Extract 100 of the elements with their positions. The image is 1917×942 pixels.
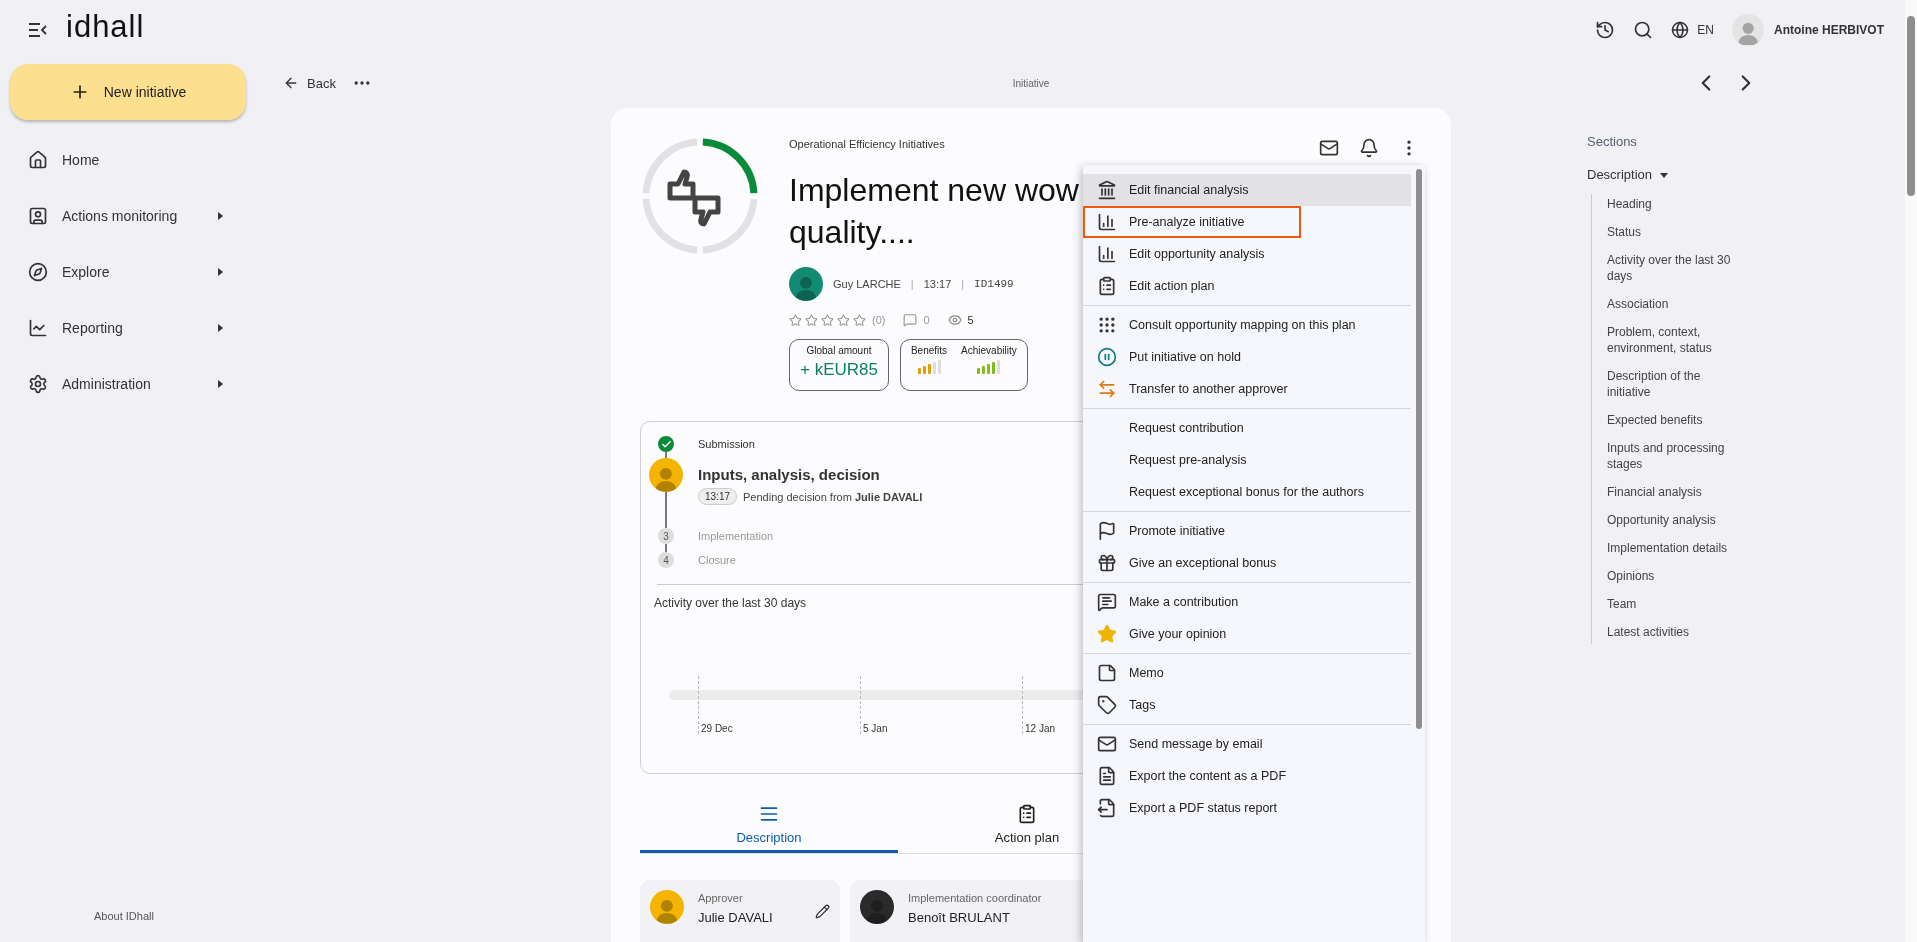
- star-rating[interactable]: [789, 313, 866, 327]
- menu-item[interactable]: Tags: [1083, 689, 1411, 721]
- section-link[interactable]: Description of the initiative: [1592, 368, 1742, 400]
- comment-count: 0: [923, 314, 930, 326]
- globe-icon: [1671, 21, 1690, 39]
- step-number: 4: [658, 552, 674, 568]
- transfer-icon: [1097, 379, 1117, 399]
- author-name: Guy LARCHE: [833, 278, 901, 290]
- section-link[interactable]: Status: [1592, 224, 1742, 240]
- section-link[interactable]: Expected benefits: [1592, 412, 1742, 428]
- new-initiative-button[interactable]: New initiative: [10, 64, 246, 120]
- user-menu-button[interactable]: Antoine HERBIVOT: [1732, 14, 1884, 46]
- metric-label: Achievability: [961, 345, 1017, 356]
- section-link[interactable]: Problem, context, environment, status: [1592, 324, 1742, 356]
- time-chip: 13:17: [698, 488, 738, 505]
- nav-item[interactable]: Home: [10, 132, 246, 188]
- menu-item[interactable]: Give your opinion: [1083, 618, 1411, 650]
- tag-icon: [1097, 695, 1117, 715]
- nav-item[interactable]: Reporting: [10, 300, 246, 356]
- about-link[interactable]: About IDhall: [10, 910, 246, 922]
- menu-item[interactable]: Export the content as a PDF: [1083, 760, 1411, 792]
- metric-label: Global amount: [806, 345, 872, 356]
- amount-value: + kEUR85: [800, 360, 878, 380]
- rating-count: (0): [872, 314, 886, 326]
- bell-icon[interactable]: [1359, 138, 1379, 158]
- menu-item[interactable]: Request pre-analysis: [1083, 444, 1411, 476]
- role-label: Approver: [698, 892, 744, 904]
- section-link[interactable]: Opportunity analysis: [1592, 512, 1742, 528]
- section-link[interactable]: Opinions: [1592, 568, 1742, 584]
- section-link[interactable]: Implementation details: [1592, 540, 1742, 556]
- nav-item[interactable]: Explore: [10, 244, 246, 300]
- menu-item[interactable]: Give an exceptional bonus: [1083, 547, 1411, 579]
- step-title: Inputs, analysis, decision: [698, 465, 880, 485]
- tab[interactable]: Description: [640, 799, 898, 853]
- menu-item[interactable]: Transfer to another approver: [1083, 373, 1411, 405]
- section-link[interactable]: Activity over the last 30 days: [1592, 252, 1742, 284]
- nav-item[interactable]: Administration: [10, 356, 246, 412]
- menu-item[interactable]: Memo: [1083, 657, 1411, 689]
- caret-icon: [1660, 170, 1669, 179]
- section-link[interactable]: Financial analysis: [1592, 484, 1742, 500]
- logo: idhall: [66, 9, 145, 45]
- compass-icon: [28, 262, 48, 282]
- menu-item[interactable]: Request exceptional bonus for the authors: [1083, 476, 1411, 508]
- check-icon: [658, 436, 674, 452]
- clipboard-icon: [1017, 804, 1037, 824]
- mail-icon: [1097, 734, 1117, 754]
- metric-label: Benefits: [910, 345, 948, 356]
- category-label: Operational Efficiency Initiatives: [789, 137, 946, 152]
- date-label: 12 Jan: [1025, 723, 1056, 734]
- menu-item[interactable]: Edit action plan: [1083, 270, 1411, 302]
- menu-item[interactable]: Request contribution: [1083, 412, 1411, 444]
- pause-icon: [1097, 347, 1117, 367]
- person-name: Julie DAVALI: [698, 910, 773, 925]
- history-icon[interactable]: [1595, 20, 1616, 40]
- star-icon: [1097, 624, 1117, 644]
- menu-item[interactable]: Promote initiative: [1083, 515, 1411, 547]
- star-icon: [853, 313, 866, 327]
- date-label: 5 Jan: [863, 723, 888, 734]
- menu-item[interactable]: Make a contribution: [1083, 586, 1411, 618]
- approver-avatar: [649, 458, 683, 492]
- sections-title: Sections: [1587, 134, 1638, 149]
- time-text: 13:17: [923, 278, 952, 290]
- pencil-icon[interactable]: [815, 904, 830, 919]
- section-link[interactable]: Team: [1592, 596, 1742, 612]
- separator: |: [961, 278, 965, 290]
- menu-item[interactable]: Send message by email: [1083, 728, 1411, 760]
- bar-chart-icon: [1097, 244, 1117, 264]
- menu-item[interactable]: Pre-analyze initiative: [1083, 206, 1301, 238]
- id-text: ID1499: [974, 278, 1014, 290]
- person-name: Benoît BRULANT: [908, 910, 1011, 925]
- home-icon: [28, 150, 48, 170]
- section-link[interactable]: Heading: [1592, 196, 1742, 212]
- language-button[interactable]: EN: [1671, 21, 1714, 39]
- menu-scrollbar[interactable]: [1416, 169, 1422, 729]
- user-avatar: [1732, 14, 1764, 46]
- back-button[interactable]: Back: [283, 75, 336, 91]
- menu-item[interactable]: Consult opportunity mapping on this plan: [1083, 309, 1411, 341]
- person-avatar: [650, 890, 684, 924]
- star-icon: [821, 313, 834, 327]
- menu-item[interactable]: Edit opportunity analysis: [1083, 238, 1411, 270]
- section-link[interactable]: Latest activities: [1592, 624, 1742, 640]
- menu-item[interactable]: Export a PDF status report: [1083, 792, 1411, 824]
- pending-note: Pending decision from Julie DAVALI: [743, 490, 923, 503]
- menu-item[interactable]: Edit financial analysis: [1083, 174, 1411, 206]
- scrollbar[interactable]: [1905, 0, 1917, 942]
- collapse-menu-button[interactable]: [28, 23, 48, 37]
- nav-item[interactable]: Actions monitoring: [10, 188, 246, 244]
- search-icon[interactable]: [1633, 20, 1654, 40]
- star-icon: [805, 313, 818, 327]
- role-label: Implementation coordinator: [908, 892, 1042, 904]
- step-label: Submission: [698, 437, 755, 452]
- dot-grid-icon: [1097, 315, 1117, 335]
- mail-icon[interactable]: [1319, 138, 1339, 158]
- menu-item[interactable]: Put initiative on hold: [1083, 341, 1411, 373]
- section-link[interactable]: Association: [1592, 296, 1742, 312]
- person-badge-icon: [28, 206, 48, 226]
- bar-chart-icon: [1097, 212, 1117, 232]
- section-link[interactable]: Inputs and processing stages: [1592, 440, 1742, 472]
- initiative-title: quality....: [789, 213, 915, 252]
- section-dropdown[interactable]: Description: [1587, 167, 1669, 182]
